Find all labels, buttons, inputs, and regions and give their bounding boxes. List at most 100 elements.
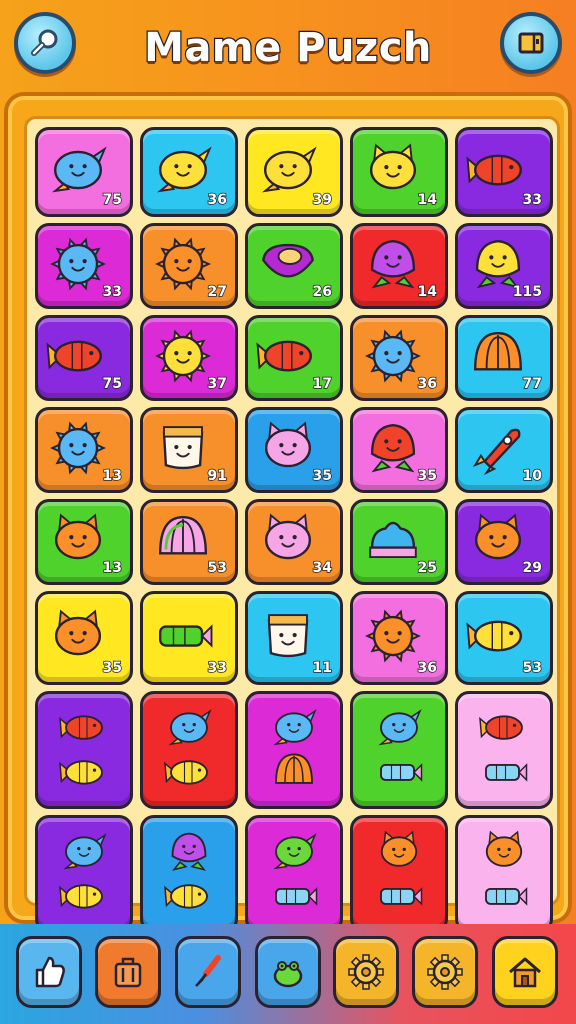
board-tile[interactable]: 35: [245, 407, 343, 493]
cat-candy-icon: [380, 830, 423, 906]
board-tile[interactable]: 115: [455, 223, 553, 309]
feather-candy-icon: [479, 715, 528, 782]
tile-count: 36: [207, 191, 228, 209]
board-tile[interactable]: 33: [455, 127, 553, 217]
tile-count: 77: [522, 375, 543, 393]
house-button[interactable]: [492, 936, 558, 1008]
tile-count: 10: [522, 467, 543, 485]
board-tile[interactable]: 91: [140, 407, 238, 493]
leaf-fish-icon: [164, 832, 208, 909]
board-tile[interactable]: 36: [350, 591, 448, 685]
gear-button[interactable]: [412, 936, 478, 1008]
board-tile[interactable]: 17: [245, 315, 343, 401]
board-tile[interactable]: [455, 815, 553, 933]
tile-grid: 75 36 39 14 33 33 27 26 14 115 75 37 17 36 77 13 91 35 35 1…: [24, 116, 560, 933]
gear-button[interactable]: [333, 936, 399, 1008]
frog-candy-icon: [273, 833, 318, 906]
bird-fish-icon: [59, 833, 107, 909]
brush-icon: [195, 955, 221, 987]
tile-count: 14: [417, 283, 438, 301]
tile-count: 35: [102, 659, 123, 677]
game-board: 75 36 39 14 33 33 27 26 14 115 75 37 17 36 77 13 91 35 35 1…: [4, 92, 572, 933]
book-icon: [518, 32, 544, 54]
board-tile[interactable]: 77: [455, 315, 553, 401]
board-tile[interactable]: [140, 691, 238, 809]
briefcase-icon: [114, 957, 142, 988]
thumbs-up-button[interactable]: [16, 936, 82, 1008]
tile-count: 17: [312, 375, 333, 393]
bird-shell-icon: [273, 709, 317, 784]
tile-count: 13: [102, 467, 123, 485]
tile-count: 26: [312, 283, 333, 301]
tile-count: 53: [207, 559, 228, 577]
board-tile[interactable]: 37: [140, 315, 238, 401]
house-icon: [509, 957, 541, 988]
header: Mame Puzch: [0, 0, 576, 92]
tile-count: 35: [312, 467, 333, 485]
tile-count: 34: [312, 559, 333, 577]
board-tile[interactable]: 39: [245, 127, 343, 217]
game-title: Mame Puzch: [143, 24, 433, 73]
board-tile[interactable]: 35: [350, 407, 448, 493]
board-tile[interactable]: [35, 691, 133, 809]
bird-candy-icon: [378, 709, 423, 782]
tile-count: 33: [522, 191, 543, 209]
tile-count: 27: [207, 283, 228, 301]
search-button[interactable]: [14, 12, 76, 74]
tile-count: 91: [207, 467, 228, 485]
tile-count: 75: [102, 375, 123, 393]
board-tile[interactable]: 13: [35, 407, 133, 493]
tile-count: 29: [522, 559, 543, 577]
briefcase-button[interactable]: [95, 936, 161, 1008]
board-tile[interactable]: 14: [350, 127, 448, 217]
board-tile[interactable]: [350, 691, 448, 809]
cat-candy-icon: [485, 830, 528, 906]
tile-count: 25: [417, 559, 438, 577]
tile-count: 53: [522, 659, 543, 677]
tile-count: 13: [102, 559, 123, 577]
board-tile[interactable]: 36: [350, 315, 448, 401]
tile-count: 35: [417, 467, 438, 485]
book-button[interactable]: [500, 12, 562, 74]
board-tile[interactable]: 34: [245, 499, 343, 585]
feather-fish-icon: [59, 715, 103, 785]
brush-button[interactable]: [175, 936, 241, 1008]
board-tile[interactable]: 10: [455, 407, 553, 493]
thumbs-up-icon: [35, 956, 65, 988]
board-tile[interactable]: [455, 691, 553, 809]
bottom-toolbar: [0, 924, 576, 1024]
board-tile[interactable]: 33: [35, 223, 133, 309]
board-tile[interactable]: [245, 815, 343, 933]
board-tile[interactable]: [35, 815, 133, 933]
board-tile[interactable]: 53: [140, 499, 238, 585]
board-tile[interactable]: 26: [245, 223, 343, 309]
board-tile[interactable]: 33: [140, 591, 238, 685]
search-icon: [31, 29, 58, 56]
frog-button[interactable]: [255, 936, 321, 1008]
tile-count: 75: [102, 191, 123, 209]
frog-icon: [273, 961, 303, 988]
board-tile[interactable]: [350, 815, 448, 933]
board-tile[interactable]: 11: [245, 591, 343, 685]
tile-count: 14: [417, 191, 438, 209]
board-tile[interactable]: 14: [350, 223, 448, 309]
board-tile[interactable]: [140, 815, 238, 933]
board-tile[interactable]: 27: [140, 223, 238, 309]
board-tile[interactable]: 36: [140, 127, 238, 217]
gear-icon: [427, 954, 463, 990]
board-tile[interactable]: [245, 691, 343, 809]
tile-count: 36: [417, 659, 438, 677]
board-tile[interactable]: 53: [455, 591, 553, 685]
tile-count: 36: [417, 375, 438, 393]
gear-icon: [348, 954, 384, 990]
board-tile[interactable]: 13: [35, 499, 133, 585]
tile-count: 39: [312, 191, 333, 209]
tile-count: 11: [312, 659, 333, 677]
tile-count: 33: [102, 283, 123, 301]
board-tile[interactable]: 25: [350, 499, 448, 585]
tile-count: 33: [207, 659, 228, 677]
board-tile[interactable]: 29: [455, 499, 553, 585]
board-tile[interactable]: 75: [35, 127, 133, 217]
board-tile[interactable]: 75: [35, 315, 133, 401]
board-tile[interactable]: 35: [35, 591, 133, 685]
